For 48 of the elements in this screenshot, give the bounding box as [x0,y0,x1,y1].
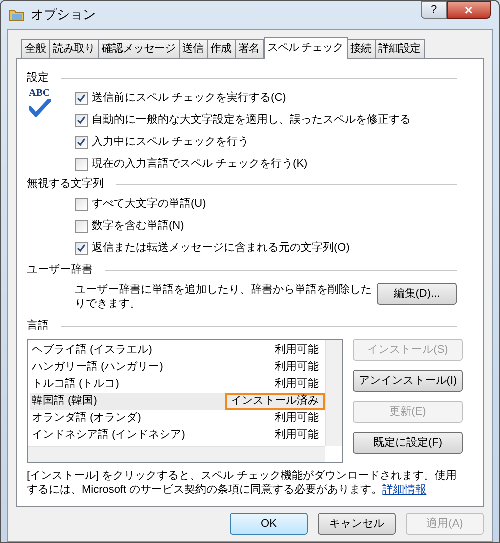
checkbox[interactable] [75,114,88,126]
checkbox[interactable] [75,92,88,104]
description-text: ユーザー辞書に単語を追加したり、辞書から単語を削除したりできます。 [75,283,373,311]
help-button[interactable]: ? [421,1,447,19]
tab[interactable]: 接続 [346,39,376,58]
list-row[interactable]: インドネシア語 (インドネシア) 利用可能 [30,427,325,444]
checkbox-label[interactable]: 自動的に一般的な大文字設定を適用し、誤ったスペルを修正する [92,112,411,128]
window-title: オプション [31,6,96,24]
list-row[interactable]: ハンガリー語 (ハンガリー) 利用可能 [30,359,325,376]
checkbox-label[interactable]: 返信または転送メッセージに含まれる元の文字列(O) [92,240,350,256]
tab[interactable]: 読み取り [49,39,99,58]
tab[interactable]: 詳細設定 [374,39,425,58]
tab[interactable]: 作成 [206,39,236,58]
checkbox[interactable] [75,242,88,254]
section-heading: 言語 [27,318,49,334]
checkbox-label[interactable]: 現在の入力言語でスペル チェックを行う(K) [92,156,308,172]
vertical-scrollbar[interactable] [325,340,342,446]
checkmark-icon [29,99,51,117]
tab[interactable]: 確認メッセージ [98,39,180,58]
horizontal-scrollbar[interactable] [28,446,325,462]
logo-text: ABC [29,89,50,99]
section-heading: ユーザー辞書 [27,262,93,278]
folder-icon [9,8,25,22]
language-button[interactable]: アンインストール(I) [353,370,463,392]
footer-button[interactable]: OK [230,513,308,535]
checkbox-label[interactable]: すべて大文字の単語(U) [92,196,206,212]
tab[interactable]: 送信 [178,39,208,58]
edit-button[interactable]: 編集(D)... [377,283,457,305]
checkbox[interactable] [75,220,88,232]
list-row[interactable]: トルコ語 (トルコ) 利用可能 [30,376,325,393]
tab[interactable]: 署名 [234,39,264,58]
checkbox[interactable] [75,136,88,148]
checkbox[interactable] [75,198,88,210]
list-row[interactable]: ヘブライ語 (イスラエル) 利用可能 [30,342,325,359]
list-row[interactable]: オランダ語 (オランダ) 利用可能 [30,410,325,427]
checkbox[interactable] [75,158,88,170]
tab[interactable]: 全般 [21,39,50,58]
list-row[interactable]: 韓国語 (韓国) インストール済み [30,393,325,410]
section-heading: 設定 [27,70,49,86]
checkbox-label[interactable]: 送信前にスペル チェックを実行する(C) [92,90,286,106]
tab[interactable]: スペル チェック [264,37,348,59]
section-heading: 無視する文字列 [27,176,104,192]
checkbox-label[interactable]: 入力中にスペル チェックを行う [92,134,250,150]
note-text: [インストール] をクリックすると、スペル チェック機能がダウンロードされます。使用するには、Microsoft のサービス契約の条項に同意する必要があります。詳細情報 [27,469,458,497]
footer-button[interactable]: キャンセル [318,513,396,535]
language-button[interactable]: 既定に設定(F) [353,432,463,454]
checkbox-label[interactable]: 数字を含む単語(N) [92,218,184,234]
details-link[interactable]: 詳細情報 [382,484,427,496]
